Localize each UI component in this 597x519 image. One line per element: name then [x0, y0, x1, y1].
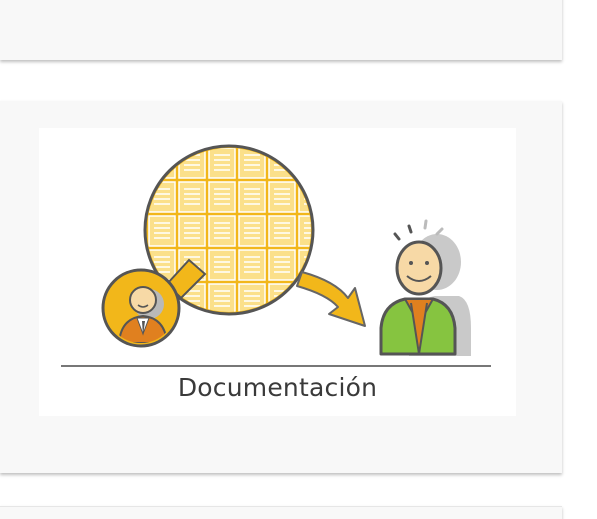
document-tile — [299, 318, 325, 348]
document-tile — [239, 318, 265, 348]
document-tile — [208, 249, 236, 281]
person-small-icon — [101, 268, 181, 348]
document-tile — [208, 283, 236, 312]
document-tile — [179, 318, 205, 348]
document-tile — [269, 318, 295, 348]
arrow-out-circle — [296, 271, 366, 327]
document-tile — [298, 148, 311, 179]
top-card — [0, 0, 562, 60]
documentation-caption: Documentación — [177, 373, 378, 402]
document-tile — [148, 215, 176, 247]
person-happy-icon — [379, 219, 471, 356]
document-tile — [208, 181, 236, 213]
bottom-card — [0, 506, 562, 519]
document-tile — [268, 181, 296, 213]
document-tile — [268, 249, 296, 281]
document-tile — [209, 318, 235, 348]
documentation-illustration: Documentación — [39, 128, 516, 416]
document-tile — [298, 181, 311, 213]
document-tile — [208, 148, 236, 179]
document-tile — [178, 181, 206, 213]
document-tile — [178, 215, 206, 247]
document-tile — [268, 215, 296, 247]
document-tile — [208, 215, 236, 247]
document-tile — [238, 181, 266, 213]
document-tile — [238, 249, 266, 281]
document-tile — [238, 215, 266, 247]
documentation-card[interactable]: Documentación — [0, 101, 562, 473]
document-tile — [148, 148, 176, 179]
page: Documentación — [0, 0, 597, 519]
